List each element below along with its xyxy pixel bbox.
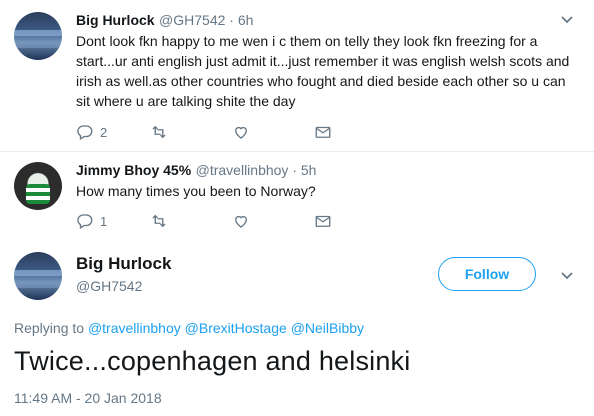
replying-to: Replying to @travellinbhoy @BrexitHostag… — [14, 320, 364, 336]
display-name[interactable]: Jimmy Bhoy 45% — [76, 162, 191, 178]
avatar[interactable] — [14, 252, 62, 300]
tweet-text-line: start...ur anti english just admit it...… — [76, 53, 570, 69]
timestamp[interactable]: 11:49 AM - 20 Jan 2018 — [14, 390, 162, 406]
reply-button[interactable]: 2 — [76, 123, 107, 141]
tweet-header: Big Hurlock @GH7542 · 6h — [76, 12, 253, 30]
avatar[interactable] — [14, 12, 62, 60]
tweet-header: Jimmy Bhoy 45% @travellinbhoy · 5h — [76, 162, 316, 180]
follow-button[interactable]: Follow — [438, 257, 536, 291]
retweet-button[interactable] — [150, 123, 168, 141]
reply-icon — [77, 214, 93, 229]
mention-link[interactable]: @travellinbhoy — [88, 320, 181, 336]
tweet-text-line: sit where u are talking shite the day — [76, 93, 296, 109]
chevron-down-icon[interactable] — [560, 268, 574, 286]
like-button[interactable] — [232, 212, 250, 230]
tweet-text-line: Dont look fkn happy to me wen i c them o… — [76, 33, 538, 49]
handle-time[interactable]: @travellinbhoy · 5h — [196, 162, 317, 178]
reply-count: 1 — [100, 213, 108, 229]
display-name[interactable]: Big Hurlock — [76, 254, 171, 274]
chevron-down-icon[interactable] — [560, 12, 574, 30]
display-name[interactable]: Big Hurlock — [76, 12, 155, 28]
mention-link[interactable]: @NeilBibby — [291, 320, 364, 336]
dm-icon — [315, 126, 331, 138]
reply-count: 2 — [100, 124, 108, 140]
reply-button[interactable]: 1 — [76, 212, 107, 230]
like-icon — [235, 126, 247, 139]
tweet-text: Dont look fkn happy to me wen i c them o… — [76, 31, 586, 111]
dm-button[interactable] — [314, 123, 332, 141]
handle[interactable]: @GH7542 — [76, 278, 142, 294]
divider — [0, 151, 594, 152]
retweet-button[interactable] — [150, 212, 168, 230]
dm-button[interactable] — [314, 212, 332, 230]
tweet-text-line: irish as well.as other countries who fou… — [76, 73, 566, 89]
tweet-text: Twice...copenhagen and helsinki — [14, 346, 411, 376]
retweet-icon — [152, 214, 166, 228]
dm-icon — [315, 215, 331, 227]
avatar[interactable] — [14, 162, 62, 210]
tweet-text: How many times you been to Norway? — [76, 183, 316, 199]
mention-link[interactable]: @BrexitHostage — [185, 320, 287, 336]
retweet-icon — [152, 125, 166, 139]
like-icon — [235, 215, 247, 228]
handle-time[interactable]: @GH7542 · 6h — [159, 12, 253, 28]
reply-icon — [77, 125, 93, 140]
replying-to-label: Replying to — [14, 320, 85, 336]
like-button[interactable] — [232, 123, 250, 141]
